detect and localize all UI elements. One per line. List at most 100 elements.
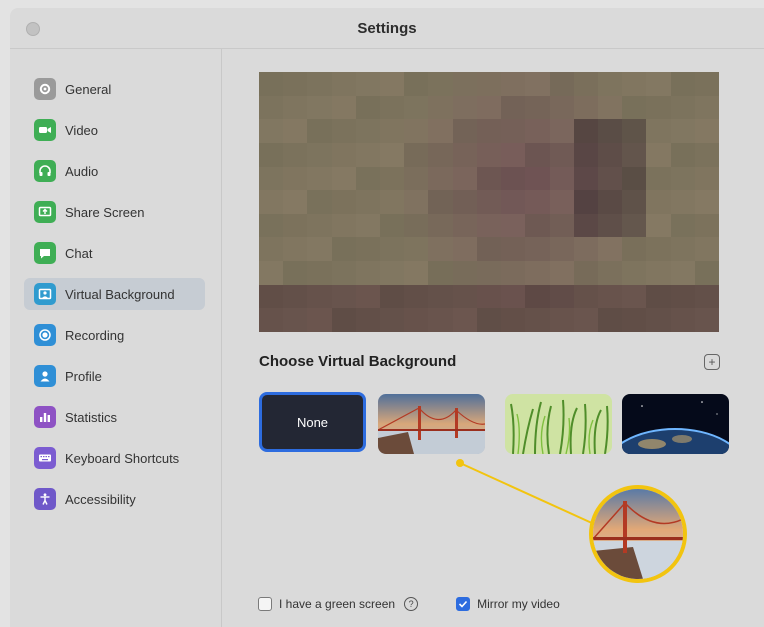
preview-pixel — [307, 166, 332, 191]
sidebar-item-label: Virtual Background — [65, 286, 175, 302]
help-icon[interactable]: ? — [404, 597, 419, 611]
preview-pixel — [283, 261, 308, 285]
sidebar-item-share-screen[interactable]: Share Screen — [24, 196, 205, 228]
preview-pixel — [452, 261, 477, 285]
preview-pixel — [380, 190, 405, 214]
preview-pixel — [525, 142, 550, 167]
preview-pixel — [259, 119, 284, 143]
sidebar-item-keyboard-shortcuts[interactable]: Keyboard Shortcuts — [24, 442, 205, 474]
preview-pixel — [549, 284, 574, 309]
preview-pixel — [573, 95, 598, 120]
preview-pixel — [670, 213, 695, 238]
preview-pixel — [525, 284, 550, 309]
preview-pixel — [404, 213, 429, 238]
preview-pixel — [283, 213, 308, 238]
sidebar-item-chat[interactable]: Chat — [24, 237, 205, 269]
sidebar-item-statistics[interactable]: Statistics — [24, 401, 205, 433]
preview-pixel — [694, 308, 719, 332]
preview-pixel — [331, 119, 356, 143]
sidebar-item-profile[interactable]: Profile — [24, 360, 205, 392]
preview-pixel — [452, 308, 477, 332]
sidebar-item-video[interactable]: Video — [24, 114, 205, 146]
green-screen-checkbox[interactable] — [258, 597, 272, 611]
preview-pixel — [428, 308, 453, 332]
preview-pixel — [670, 190, 695, 214]
preview-pixel — [501, 72, 526, 96]
preview-pixel — [694, 142, 719, 167]
preview-pixel — [622, 166, 647, 191]
virtual-background-icon — [34, 283, 56, 305]
sidebar-item-label: Audio — [65, 163, 99, 179]
preview-pixel — [283, 72, 308, 96]
preview-pixel — [283, 119, 308, 143]
preview-pixel — [404, 261, 429, 285]
sidebar-item-label: Share Screen — [65, 204, 145, 220]
preview-pixel — [283, 142, 308, 167]
section-title: Choose Virtual Background — [259, 353, 457, 370]
background-option-label: None — [296, 414, 329, 430]
background-option-earth-from-space[interactable] — [622, 394, 729, 454]
preview-pixel — [597, 166, 623, 191]
sidebar-item-recording[interactable]: Recording — [24, 319, 205, 351]
preview-pixel — [404, 142, 429, 167]
preview-pixel — [452, 95, 477, 120]
preview-pixel — [452, 284, 477, 309]
sidebar-item-label: Video — [65, 122, 99, 138]
background-option-golden-gate-bridge[interactable] — [378, 394, 485, 454]
preview-pixel — [525, 166, 550, 191]
statistics-icon — [34, 406, 56, 428]
sidebar-item-general[interactable]: General — [24, 73, 205, 105]
sidebar-item-label: Keyboard Shortcuts — [65, 450, 180, 466]
virtual-background-panel: Choose Virtual Background + None I have … — [222, 49, 764, 627]
preview-pixel — [573, 190, 598, 214]
preview-pixel — [259, 237, 284, 262]
plus-icon[interactable]: + — [704, 354, 720, 370]
sidebar-item-accessibility[interactable]: Accessibility — [24, 483, 205, 515]
preview-pixel — [549, 190, 574, 214]
preview-pixel — [259, 190, 284, 214]
preview-pixel — [331, 95, 356, 120]
preview-pixel — [622, 142, 647, 167]
preview-pixel — [573, 308, 598, 332]
preview-pixel — [331, 261, 356, 285]
background-option-grass[interactable] — [505, 394, 612, 454]
video-icon — [34, 119, 56, 141]
preview-pixel — [646, 284, 671, 309]
preview-pixel — [597, 119, 623, 143]
preview-pixel — [331, 190, 356, 214]
zoomed-golden-gate-callout — [589, 485, 687, 583]
sidebar-item-label: Recording — [65, 327, 125, 343]
preview-pixel — [452, 190, 477, 214]
preview-pixel — [501, 261, 526, 285]
accessibility-icon — [34, 488, 56, 510]
background-option-none[interactable]: None — [259, 392, 366, 452]
preview-pixel — [622, 119, 647, 143]
sidebar-item-virtual-background[interactable]: Virtual Background — [24, 278, 205, 310]
preview-pixel — [428, 72, 453, 96]
sidebar-item-audio[interactable]: Audio — [24, 155, 205, 187]
preview-pixel — [380, 95, 405, 120]
preview-pixel — [428, 284, 453, 309]
preview-pixel — [694, 166, 719, 191]
preview-pixel — [597, 95, 623, 120]
preview-pixel — [307, 213, 332, 238]
preview-pixel — [452, 166, 477, 191]
preview-pixel — [597, 261, 623, 285]
mirror-video-checkbox[interactable] — [456, 597, 471, 611]
preview-pixel — [355, 190, 381, 214]
preview-pixel — [307, 142, 332, 167]
preview-pixel — [380, 142, 405, 167]
preview-pixel — [622, 308, 647, 332]
preview-pixel — [549, 142, 574, 167]
preview-pixel — [259, 95, 284, 120]
preview-pixel — [694, 72, 719, 96]
share-screen-icon — [34, 201, 56, 223]
preview-pixel — [501, 284, 526, 309]
window-close-button[interactable] — [26, 22, 40, 36]
preview-pixel — [355, 95, 381, 120]
preview-pixel — [380, 119, 405, 143]
preview-pixel — [646, 308, 671, 332]
preview-pixel — [646, 72, 671, 96]
preview-pixel — [597, 213, 623, 238]
sidebar-item-label: Statistics — [65, 409, 118, 425]
